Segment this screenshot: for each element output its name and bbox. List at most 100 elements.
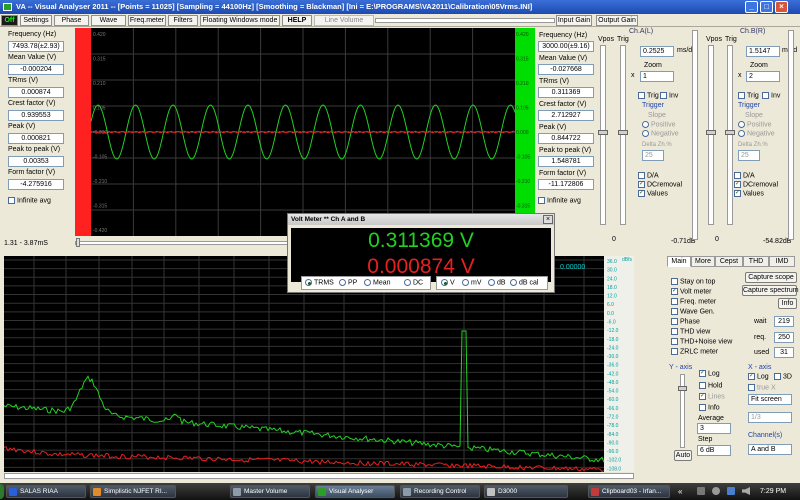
info-checkbox[interactable] <box>699 404 706 411</box>
ch-a-level-slider[interactable] <box>692 30 698 240</box>
true-x-toggle[interactable]: true X <box>748 384 776 391</box>
capture-spectrum-button[interactable]: Capture spectrum <box>742 285 799 296</box>
tab-more[interactable]: More <box>691 256 715 267</box>
ch-a-values-checkbox[interactable] <box>638 190 645 197</box>
ch-a-da-checkbox[interactable] <box>638 172 645 179</box>
mode-trms-radio[interactable] <box>305 279 312 286</box>
tray-network-icon[interactable] <box>697 487 705 495</box>
ch-a-trig-thumb[interactable] <box>618 130 628 135</box>
infinite-avg-b-checkbox[interactable] <box>538 197 545 204</box>
unit-dbcal-radio[interactable] <box>510 279 517 286</box>
tab-main[interactable]: Main <box>667 256 691 267</box>
thd-view-checkbox[interactable] <box>671 328 678 335</box>
auto-button[interactable]: Auto <box>674 450 692 461</box>
step-select[interactable]: 6 dB <box>697 445 731 456</box>
volt-meter-close-button[interactable]: × <box>543 215 553 224</box>
unit-db[interactable]: dB <box>488 279 506 286</box>
y-log-toggle[interactable]: Log <box>699 370 720 377</box>
fit-screen-select[interactable]: Fit screen <box>748 394 792 405</box>
tab-imd[interactable]: IMD <box>769 256 795 267</box>
lines-toggle[interactable]: Lines <box>699 393 725 400</box>
ch-b-da[interactable]: D/A <box>734 172 755 179</box>
stay-on-top-checkbox[interactable] <box>671 278 678 285</box>
ch-a-da[interactable]: D/A <box>638 172 659 179</box>
y-axis-slider-thumb[interactable] <box>678 386 687 391</box>
settings-button[interactable]: Settings <box>20 15 52 26</box>
unit-db-radio[interactable] <box>488 279 495 286</box>
ch-b-vpos-thumb[interactable] <box>706 130 716 135</box>
mode-mean-radio[interactable] <box>364 279 371 286</box>
ch-a-dcremoval-checkbox[interactable] <box>638 181 645 188</box>
ch-b-ms-input[interactable]: 1.5147 <box>746 46 780 57</box>
freq-meter-button[interactable]: Freq.meter <box>128 15 166 26</box>
help-button[interactable]: HELP <box>282 15 312 26</box>
infinite-avg-a[interactable]: Infinite avg <box>8 197 51 204</box>
info-button[interactable]: Info <box>778 298 797 309</box>
ch-a-ms-input[interactable]: 0.2525 <box>640 46 674 57</box>
hold-toggle[interactable]: Hold <box>699 382 722 389</box>
unit-mv-radio[interactable] <box>462 279 469 286</box>
ch-a-zoom-input[interactable]: 1 <box>640 71 674 82</box>
lines-checkbox[interactable] <box>699 393 706 400</box>
ch-b-dcremoval-checkbox[interactable] <box>734 181 741 188</box>
ch-a-values[interactable]: Values <box>638 190 668 197</box>
ch-b-dcremoval[interactable]: DCremoval <box>734 181 778 188</box>
ch-a-negative-radio[interactable] <box>642 130 649 137</box>
tab-thd[interactable]: THD <box>743 256 769 267</box>
oscilloscope-view[interactable]: 0.4200.3150.2100.105-0.000-0.105-0.210-0… <box>75 28 535 236</box>
tray-arrow-icon[interactable]: « <box>678 487 688 496</box>
output-gain-button[interactable]: Output Gain <box>596 15 638 26</box>
ch-a-positive-radio[interactable] <box>642 121 649 128</box>
ch-a-trig-checkbox[interactable] <box>638 92 645 99</box>
volt-meter-checkbox[interactable] <box>671 288 678 295</box>
ch-a-trig-slider[interactable] <box>620 45 626 225</box>
freq-meter-toggle[interactable]: Freq. meter <box>671 298 716 305</box>
clock[interactable]: 7:29 PM <box>760 486 786 497</box>
freq-meter-checkbox[interactable] <box>671 298 678 305</box>
thd-noise-checkbox[interactable] <box>671 338 678 345</box>
mode-trms[interactable]: TRMS <box>305 279 334 286</box>
ch-a-dcremoval[interactable]: DCremoval <box>638 181 682 188</box>
volt-meter-toggle[interactable]: Volt meter <box>671 288 712 295</box>
ch-b-trig-checkbox[interactable] <box>738 92 745 99</box>
taskbar-item-visual-analyser[interactable]: Visual Analyser <box>315 485 395 498</box>
taskbar-item-recording-control[interactable]: Recording Control <box>400 485 480 498</box>
tab-cepst[interactable]: Cepst <box>715 256 743 267</box>
ch-a-trig-check[interactable]: Trig <box>638 92 659 99</box>
tray-monitor-icon[interactable] <box>727 487 735 495</box>
maximize-button[interactable]: □ <box>760 1 773 13</box>
ch-b-positive[interactable]: Positive <box>738 121 772 128</box>
mode-pp[interactable]: PP <box>339 279 357 286</box>
ch-b-vpos-slider[interactable] <box>708 45 714 225</box>
input-gain-button[interactable]: Input Gain <box>556 15 592 26</box>
phase-checkbox[interactable] <box>671 318 678 325</box>
off-button[interactable]: Off <box>1 15 18 26</box>
ch-a-inv-checkbox[interactable] <box>660 92 667 99</box>
ch-b-delta-input[interactable]: 25 <box>738 150 760 161</box>
taskbar-item-clipboard[interactable]: Clipboard03 - Irfan... <box>588 485 670 498</box>
ch-b-values-checkbox[interactable] <box>734 190 741 197</box>
ch-b-inv-check[interactable]: Inv <box>762 92 780 99</box>
wave-gen-checkbox[interactable] <box>671 308 678 315</box>
floating-windows-button[interactable]: Floating Windows mode <box>200 15 280 26</box>
taskbar-item-njfet[interactable]: Simplistic NJFET RI... <box>90 485 176 498</box>
ch-a-vpos-thumb[interactable] <box>598 130 608 135</box>
infinite-avg-a-checkbox[interactable] <box>8 197 15 204</box>
infinite-avg-b[interactable]: Infinite avg <box>538 197 581 204</box>
wave-gen-toggle[interactable]: Wave Gen. <box>671 308 715 315</box>
ch-a-delta-input[interactable]: 25 <box>642 150 664 161</box>
x-log-toggle[interactable]: Log <box>748 373 769 380</box>
hold-checkbox[interactable] <box>699 382 706 389</box>
ch-a-inv-check[interactable]: Inv <box>660 92 678 99</box>
mode-mean[interactable]: Mean <box>364 279 391 286</box>
close-button[interactable]: × <box>775 1 788 13</box>
capture-scope-button[interactable]: Capture scope <box>745 272 797 283</box>
x-log-checkbox[interactable] <box>748 373 755 380</box>
ch-b-da-checkbox[interactable] <box>734 172 741 179</box>
filters-button[interactable]: Filters <box>168 15 198 26</box>
ch-b-positive-radio[interactable] <box>738 121 745 128</box>
stay-on-top[interactable]: Stay on top <box>671 278 715 285</box>
mode-dc[interactable]: DC <box>404 279 423 286</box>
x-3d-checkbox[interactable] <box>774 373 781 380</box>
volt-meter-window[interactable]: Volt Meter ** Ch A and B × 0.311369 V 0.… <box>287 213 555 293</box>
